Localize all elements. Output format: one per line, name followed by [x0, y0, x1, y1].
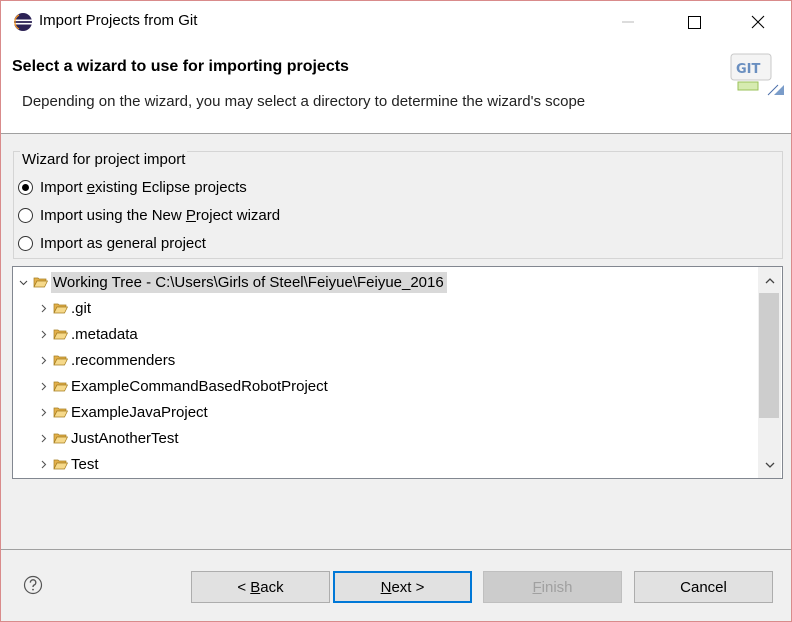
- folder-open-icon: [53, 381, 68, 392]
- tree-item[interactable]: ExampleCommandBasedRobotProject: [37, 373, 328, 399]
- git-banner-label: GIT: [736, 62, 761, 77]
- tree-root-item[interactable]: Working Tree - C:\Users\Girls of Steel\F…: [17, 269, 447, 295]
- radio-import-general[interactable]: Import as general project: [18, 232, 206, 254]
- chevron-right-icon[interactable]: [37, 354, 50, 367]
- wizard-header: Select a wizard to use for importing pro…: [1, 43, 791, 134]
- folder-open-icon: [53, 303, 68, 314]
- title-bar[interactable]: Import Projects from Git: [1, 1, 791, 43]
- folder-open-icon: [53, 355, 68, 366]
- radio-label: Import as general project: [40, 234, 206, 252]
- close-icon: [751, 15, 765, 29]
- radio-import-new-project[interactable]: Import using the New Project wizard: [18, 204, 280, 226]
- page-description: Depending on the wizard, you may select …: [22, 93, 586, 110]
- chevron-down-icon[interactable]: [17, 276, 30, 289]
- next-button-label: Next >: [380, 578, 425, 596]
- radio-label: Import using the New Project wizard: [40, 206, 281, 224]
- close-button[interactable]: [735, 1, 781, 43]
- radio-button[interactable]: [18, 207, 33, 223]
- tree-item-label: ExampleCommandBasedRobotProject: [71, 377, 328, 395]
- chevron-right-icon[interactable]: [37, 302, 50, 315]
- tree-item-label: .metadata: [71, 325, 138, 343]
- chevron-down-icon: [765, 462, 774, 468]
- git-banner-icon: GIT: [730, 53, 784, 96]
- chevron-right-icon[interactable]: [37, 380, 50, 393]
- tree-item-label: .git: [71, 299, 92, 317]
- project-tree[interactable]: Working Tree - C:\Users\Girls of Steel\F…: [12, 266, 783, 479]
- footer-separator: [1, 549, 791, 550]
- chevron-right-icon[interactable]: [37, 458, 50, 471]
- page-title: Select a wizard to use for importing pro…: [12, 58, 349, 75]
- scroll-down-button[interactable]: [758, 455, 781, 475]
- maximize-button[interactable]: [671, 1, 717, 43]
- eclipse-icon: [14, 13, 32, 31]
- tree-item[interactable]: ExampleJavaProject: [37, 399, 208, 425]
- folder-open-icon: [53, 329, 68, 340]
- tree-item-label: ExampleJavaProject: [71, 403, 208, 421]
- tree-item[interactable]: JustAnotherTest: [37, 425, 179, 451]
- minimize-button[interactable]: [605, 1, 651, 43]
- tree-item[interactable]: .git: [37, 295, 91, 321]
- scroll-up-button[interactable]: [758, 270, 781, 290]
- chevron-right-icon[interactable]: [37, 432, 50, 445]
- vertical-scrollbar[interactable]: [758, 267, 781, 478]
- tree-item[interactable]: .metadata: [37, 321, 138, 347]
- tree-item-label: .recommenders: [71, 351, 176, 369]
- finish-button-label: Finish: [532, 578, 573, 596]
- chevron-up-icon: [765, 277, 774, 283]
- finish-button[interactable]: Finish: [483, 571, 622, 603]
- tree-item[interactable]: Test: [37, 451, 99, 477]
- folder-open-icon: [53, 407, 68, 418]
- radio-label: Import existing Eclipse projects: [40, 178, 247, 196]
- folder-open-icon: [53, 433, 68, 444]
- chevron-right-icon[interactable]: [37, 328, 50, 341]
- radio-button[interactable]: [18, 235, 33, 251]
- tree-item[interactable]: .recommenders: [37, 347, 175, 373]
- tree-item-label: Test: [71, 455, 99, 473]
- back-button[interactable]: < Back: [191, 571, 330, 603]
- import-dialog: Import Projects from Git Select a wizard…: [0, 0, 792, 622]
- minimize-icon: [622, 21, 634, 23]
- cancel-button[interactable]: Cancel: [634, 571, 773, 603]
- folder-open-icon: [53, 459, 68, 470]
- folder-open-icon: [33, 277, 48, 288]
- radio-import-existing[interactable]: Import existing Eclipse projects: [18, 176, 247, 198]
- tree-root-label: Working Tree - C:\Users\Girls of Steel\F…: [51, 271, 447, 293]
- tree-item-label: JustAnotherTest: [71, 429, 179, 447]
- next-button[interactable]: Next >: [333, 571, 472, 603]
- help-icon[interactable]: [23, 575, 43, 595]
- chevron-right-icon[interactable]: [37, 406, 50, 419]
- maximize-icon: [687, 15, 701, 29]
- window-title: Import Projects from Git: [39, 12, 198, 29]
- scrollbar-thumb[interactable]: [759, 293, 779, 418]
- wizard-group-legend: Wizard for project import: [20, 151, 188, 168]
- back-button-label: < Back: [237, 578, 284, 596]
- radio-button-checked[interactable]: [18, 179, 33, 195]
